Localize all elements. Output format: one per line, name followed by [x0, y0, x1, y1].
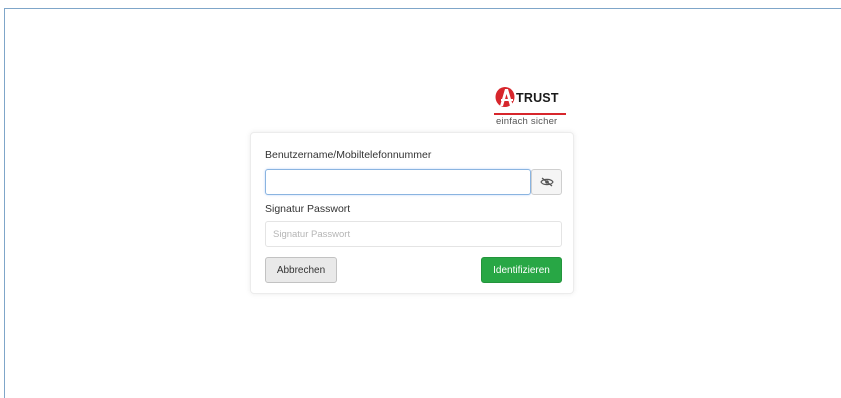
toggle-visibility-button[interactable] [531, 169, 562, 195]
password-input[interactable] [265, 221, 562, 247]
identify-button[interactable]: Identifizieren [481, 257, 562, 283]
username-input[interactable] [265, 169, 531, 195]
login-card: Benutzername/Mobiltelefonnummer Signatur… [250, 132, 574, 294]
cancel-button[interactable]: Abbrechen [265, 257, 337, 283]
a-trust-logo-mark [495, 87, 515, 107]
logo-wordmark: TRUST [516, 91, 559, 105]
a-trust-logo: TRUST einfach sicher [494, 82, 570, 127]
logo-tagline: einfach sicher [496, 116, 558, 127]
password-label: Signatur Passwort [265, 203, 351, 215]
username-label: Benutzername/Mobiltelefonnummer [265, 149, 432, 161]
logo-underline [494, 113, 566, 115]
eye-slash-icon [539, 177, 554, 187]
